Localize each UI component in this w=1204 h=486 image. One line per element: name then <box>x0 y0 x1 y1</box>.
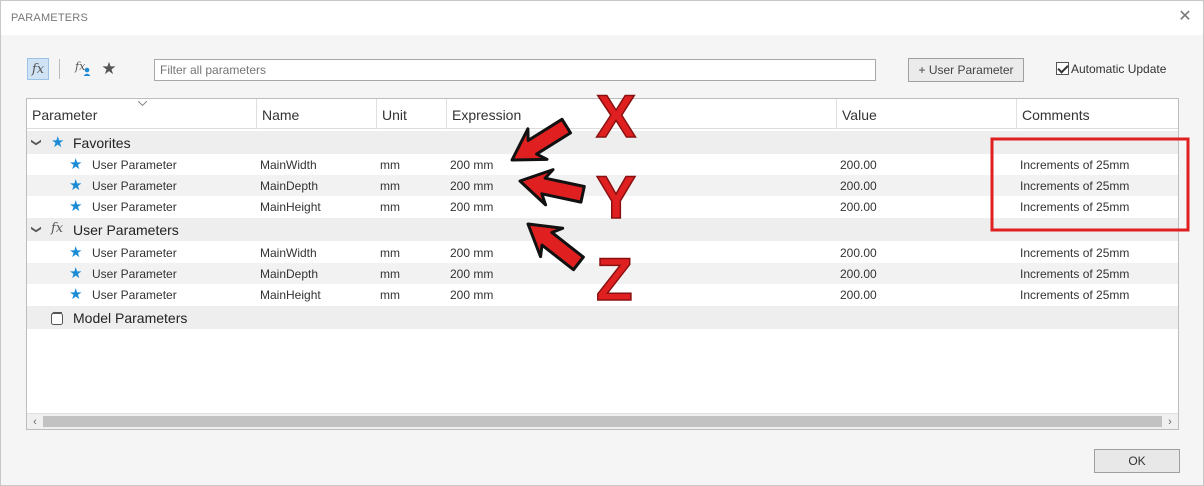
cell-unit[interactable]: mm <box>380 179 400 193</box>
cell-comment[interactable]: Increments of 25mm <box>1020 267 1129 281</box>
sort-caret-icon <box>138 101 147 106</box>
table-row[interactable]: ★ User Parameter MainDepth mm 200 mm 200… <box>27 263 1178 284</box>
cell-parameter: User Parameter <box>92 200 177 214</box>
cell-name[interactable]: MainWidth <box>260 246 317 260</box>
star-icon[interactable]: ★ <box>69 199 82 214</box>
model-cube-icon <box>51 311 63 325</box>
cell-name[interactable]: MainDepth <box>260 267 318 281</box>
cell-name[interactable]: MainHeight <box>260 288 321 302</box>
cell-expression[interactable]: 200 mm <box>450 246 493 260</box>
group-row-user-parameters[interactable]: ❯ fx User Parameters <box>27 218 1178 241</box>
cell-name[interactable]: MainDepth <box>260 179 318 193</box>
favorites-filter-icon[interactable]: ★ <box>98 58 120 80</box>
cell-comment[interactable]: Increments of 25mm <box>1020 200 1129 214</box>
cell-name[interactable]: MainWidth <box>260 158 317 172</box>
cell-expression[interactable]: 200 mm <box>450 158 493 172</box>
table-row[interactable]: ★ User Parameter MainHeight mm 200 mm 20… <box>27 196 1178 217</box>
close-icon[interactable]: ✕ <box>1177 9 1193 25</box>
star-icon[interactable]: ★ <box>69 178 82 193</box>
cell-expression[interactable]: 200 mm <box>450 267 493 281</box>
group-label-favorites: Favorites <box>73 135 131 151</box>
table-row[interactable]: ★ User Parameter MainDepth mm 200 mm 200… <box>27 175 1178 196</box>
automatic-update-checkbox[interactable] <box>1056 62 1069 75</box>
add-user-parameter-label: User Parameter <box>928 63 1014 77</box>
column-header-unit[interactable]: Unit <box>377 99 447 129</box>
group-row-model-parameters[interactable]: Model Parameters <box>27 306 1178 329</box>
column-header-comments[interactable]: Comments <box>1017 99 1178 129</box>
cell-value: 200.00 <box>840 179 877 193</box>
group-row-favorites[interactable]: ❯ ★ Favorites <box>27 131 1178 154</box>
table-row[interactable]: ★ User Parameter MainWidth mm 200 mm 200… <box>27 154 1178 175</box>
star-icon[interactable]: ★ <box>69 245 82 260</box>
plus-icon: + <box>918 63 926 77</box>
toolbar-divider <box>59 59 60 79</box>
group-label-user-parameters: User Parameters <box>73 222 179 238</box>
parameters-table: Parameter Name Unit Expression Value Com… <box>26 98 1179 430</box>
star-icon[interactable]: ★ <box>69 157 82 172</box>
title-bar: PARAMETERS ✕ <box>1 1 1203 35</box>
scroll-left-icon[interactable]: ‹ <box>28 416 42 428</box>
user-fx-filter-icon[interactable]: fx <box>72 58 94 80</box>
cell-expression[interactable]: 200 mm <box>450 200 493 214</box>
cell-name[interactable]: MainHeight <box>260 200 321 214</box>
cell-comment[interactable]: Increments of 25mm <box>1020 158 1129 172</box>
cell-unit[interactable]: mm <box>380 246 400 260</box>
cell-comment[interactable]: Increments of 25mm <box>1020 179 1129 193</box>
horizontal-scrollbar[interactable]: ‹ › <box>27 413 1178 429</box>
group-label-model-parameters: Model Parameters <box>73 310 188 326</box>
fx-icon: fx <box>51 221 64 236</box>
fx-filter-icon[interactable]: fx <box>27 58 49 80</box>
column-header-expression[interactable]: Expression <box>447 99 837 129</box>
cell-value: 200.00 <box>840 288 877 302</box>
star-icon[interactable]: ★ <box>69 266 82 281</box>
window-title: PARAMETERS <box>11 12 88 24</box>
cell-unit[interactable]: mm <box>380 200 400 214</box>
column-header-value[interactable]: Value <box>837 99 1017 129</box>
toolbar: fx fx ★ + User Parameter Automatic Updat… <box>1 53 1203 85</box>
cell-comment[interactable]: Increments of 25mm <box>1020 246 1129 260</box>
cell-value: 200.00 <box>840 158 877 172</box>
parameters-dialog: PARAMETERS ✕ fx fx ★ + User Parameter Au… <box>0 0 1204 486</box>
cell-parameter: User Parameter <box>92 158 177 172</box>
cell-unit[interactable]: mm <box>380 288 400 302</box>
cell-unit[interactable]: mm <box>380 267 400 281</box>
svg-text:fx: fx <box>74 60 86 73</box>
column-header-name[interactable]: Name <box>257 99 377 129</box>
add-user-parameter-button[interactable]: + User Parameter <box>908 58 1024 82</box>
cell-unit[interactable]: mm <box>380 158 400 172</box>
cell-value: 200.00 <box>840 200 877 214</box>
chevron-down-icon[interactable]: ❯ <box>31 138 42 146</box>
chevron-down-icon[interactable]: ❯ <box>31 225 42 233</box>
cell-parameter: User Parameter <box>92 179 177 193</box>
automatic-update-toggle[interactable]: Automatic Update <box>1056 62 1166 76</box>
cell-parameter: User Parameter <box>92 267 177 281</box>
star-icon: ★ <box>51 134 65 151</box>
cell-parameter: User Parameter <box>92 288 177 302</box>
cell-expression[interactable]: 200 mm <box>450 179 493 193</box>
cell-expression[interactable]: 200 mm <box>450 288 493 302</box>
filter-input[interactable] <box>154 59 876 81</box>
scrollbar-thumb[interactable] <box>43 416 1162 427</box>
ok-button[interactable]: OK <box>1094 449 1180 473</box>
table-header: Parameter Name Unit Expression Value Com… <box>27 99 1178 129</box>
star-icon[interactable]: ★ <box>69 287 82 302</box>
cell-comment[interactable]: Increments of 25mm <box>1020 288 1129 302</box>
cell-value: 200.00 <box>840 246 877 260</box>
cell-value: 200.00 <box>840 267 877 281</box>
cell-parameter: User Parameter <box>92 246 177 260</box>
table-row[interactable]: ★ User Parameter MainHeight mm 200 mm 20… <box>27 284 1178 305</box>
table-row[interactable]: ★ User Parameter MainWidth mm 200 mm 200… <box>27 242 1178 263</box>
scroll-right-icon[interactable]: › <box>1163 416 1177 428</box>
automatic-update-label: Automatic Update <box>1071 62 1167 76</box>
